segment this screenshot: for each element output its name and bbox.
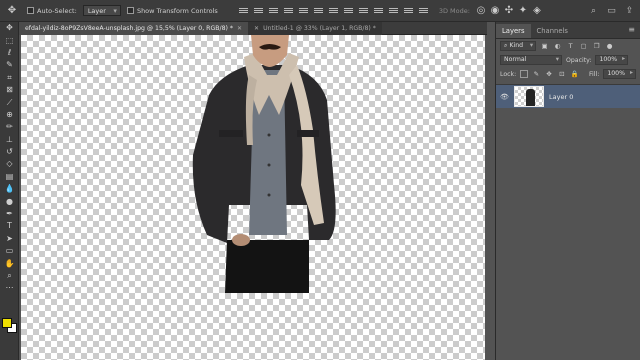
- 3d-roll-icon[interactable]: ◉: [489, 2, 501, 20]
- fill-field[interactable]: 100%: [603, 69, 637, 79]
- tab-channels[interactable]: Channels: [531, 24, 574, 38]
- panel-menu-icon[interactable]: ≡: [628, 25, 635, 34]
- layers-panel: Layers Channels ≡ ⌕ Kind ▣ ◐ T ▢ ❐ ● Nor…: [495, 22, 640, 360]
- 3d-orbit-icon[interactable]: ◎: [475, 2, 487, 20]
- distribute-right-icon[interactable]: [403, 6, 413, 15]
- lock-artboard-icon[interactable]: ⊡: [557, 70, 566, 79]
- align-bottom-icon[interactable]: [268, 6, 278, 15]
- lock-image-icon[interactable]: ✎: [532, 70, 541, 79]
- gradient-tool-icon[interactable]: ▤: [0, 171, 19, 183]
- show-transform-checkbox[interactable]: [126, 7, 134, 14]
- auto-select-label: Auto-Select:: [37, 6, 77, 15]
- opacity-label: Opacity:: [566, 56, 592, 64]
- type-tool-icon[interactable]: T: [0, 220, 19, 232]
- foreground-color-swatch[interactable]: [2, 318, 12, 328]
- eye-icon[interactable]: 👁: [500, 93, 509, 101]
- pen-tool-icon[interactable]: ✒: [0, 208, 19, 220]
- panel-tabs: Layers Channels ≡: [496, 22, 640, 39]
- color-swatches[interactable]: [2, 318, 18, 334]
- layer-thumbnail: [514, 86, 544, 107]
- move-tool-icon[interactable]: ✥: [3, 2, 21, 20]
- tools-panel: ✥ ⬚ ℓ ✎ ⌗ ⊠ ⟋ ⊕ ✏ ⊥ ↺ ◇ ▤ 💧 ● ✒ T ➤ ▭ ✋ …: [0, 22, 19, 360]
- options-right-icons: ⌕ ▭ ⇪: [587, 4, 636, 17]
- eyedropper-tool-icon[interactable]: ⟋: [0, 96, 19, 108]
- lock-all-icon[interactable]: 🔒: [570, 70, 579, 79]
- edit-toolbar-icon[interactable]: ⋯: [0, 282, 19, 294]
- shape-filter-icon[interactable]: ▢: [579, 42, 588, 51]
- align-top-icon[interactable]: [238, 6, 248, 15]
- lock-label: Lock:: [500, 70, 517, 78]
- layer-name[interactable]: Layer 0: [549, 93, 573, 101]
- dodge-tool-icon[interactable]: ●: [0, 195, 19, 207]
- tab-document-2[interactable]: ✕ Untitled-1 @ 33% (Layer 1, RGB/8) *: [248, 22, 382, 35]
- pixel-filter-icon[interactable]: ▣: [540, 42, 549, 51]
- blur-tool-icon[interactable]: 💧: [0, 183, 19, 195]
- share-icon[interactable]: ⇪: [623, 4, 636, 17]
- lock-row: Lock: ✎ ✥ ⊡ 🔒 Fill: 100%: [496, 67, 640, 81]
- crop-tool-icon[interactable]: ⌗: [0, 72, 19, 84]
- type-filter-icon[interactable]: T: [566, 42, 575, 51]
- 3d-slide-icon[interactable]: ✦: [517, 2, 529, 20]
- cutout-person-image: [192, 35, 336, 293]
- distribute-bottom-icon[interactable]: [358, 6, 368, 15]
- quick-select-tool-icon[interactable]: ✎: [0, 59, 19, 71]
- search-icon[interactable]: ⌕: [587, 4, 600, 17]
- align-hcenter-icon[interactable]: [298, 6, 308, 15]
- blend-mode-dropdown[interactable]: Normal: [500, 55, 562, 65]
- distribute-left-icon[interactable]: [373, 6, 383, 15]
- document-tabs: efdal-yildiz-8oP9ZsV8eeA-unsplash.jpg @ …: [19, 22, 487, 35]
- blend-row: Normal Opacity: 100%: [496, 53, 640, 67]
- workspace-icon[interactable]: ▭: [605, 4, 618, 17]
- auto-align-icon[interactable]: [418, 6, 428, 15]
- tab-label: efdal-yildiz-8oP9ZsV8eeA-unsplash.jpg @ …: [25, 25, 234, 32]
- filter-kind-dropdown[interactable]: ⌕ Kind: [500, 41, 537, 51]
- frame-tool-icon[interactable]: ⊠: [0, 84, 19, 96]
- marquee-tool-icon[interactable]: ⬚: [0, 34, 19, 46]
- healing-tool-icon[interactable]: ⊕: [0, 109, 19, 121]
- tab-layers[interactable]: Layers: [496, 24, 531, 38]
- brush-tool-icon[interactable]: ✏: [0, 121, 19, 133]
- lock-transparent-icon[interactable]: [520, 70, 529, 78]
- document-workspace: [19, 35, 487, 360]
- 3d-mode-buttons: ◎ ◉ ✣ ✦ ◈: [474, 2, 544, 20]
- options-bar: ✥ Auto-Select: Layer Show Transform Cont…: [0, 0, 640, 22]
- distribute-hcenter-icon[interactable]: [388, 6, 398, 15]
- tab-label: Untitled-1 @ 33% (Layer 1, RGB/8) *: [263, 25, 376, 32]
- hand-tool-icon[interactable]: ✋: [0, 257, 19, 269]
- 3d-mode-label: 3D Mode:: [438, 6, 470, 15]
- align-buttons: [236, 6, 431, 15]
- distribute-top-icon[interactable]: [328, 6, 338, 15]
- distribute-vcenter-icon[interactable]: [343, 6, 353, 15]
- fill-label: Fill:: [588, 70, 600, 78]
- close-icon[interactable]: ✕: [254, 25, 259, 32]
- clone-stamp-tool-icon[interactable]: ⊥: [0, 134, 19, 146]
- filter-row: ⌕ Kind ▣ ◐ T ▢ ❐ ●: [496, 39, 640, 53]
- lasso-tool-icon[interactable]: ℓ: [0, 47, 19, 59]
- opacity-field[interactable]: 100%: [595, 55, 629, 65]
- history-brush-tool-icon[interactable]: ↺: [0, 146, 19, 158]
- smart-object-filter-icon[interactable]: ❐: [592, 42, 601, 51]
- auto-select-target-dropdown[interactable]: Layer: [82, 5, 121, 16]
- 3d-scale-icon[interactable]: ◈: [531, 2, 543, 20]
- align-right-icon[interactable]: [313, 6, 323, 15]
- align-vcenter-icon[interactable]: [253, 6, 263, 15]
- path-select-tool-icon[interactable]: ➤: [0, 233, 19, 245]
- move-tool-icon[interactable]: ✥: [0, 22, 19, 34]
- close-icon[interactable]: ✕: [237, 25, 242, 32]
- layer-row[interactable]: 👁 Layer 0: [496, 85, 640, 108]
- canvas[interactable]: [21, 35, 485, 360]
- auto-select-checkbox[interactable]: [27, 7, 34, 14]
- filter-toggle-icon[interactable]: ●: [605, 42, 614, 51]
- shape-tool-icon[interactable]: ▭: [0, 245, 19, 257]
- 3d-pan-icon[interactable]: ✣: [503, 2, 515, 20]
- adjustment-filter-icon[interactable]: ◐: [553, 42, 562, 51]
- filter-kind-label: Kind: [509, 42, 524, 49]
- layers-list: 👁 Layer 0: [496, 84, 640, 108]
- align-left-icon[interactable]: [283, 6, 293, 15]
- lock-position-icon[interactable]: ✥: [545, 70, 554, 79]
- zoom-tool-icon[interactable]: ⌕: [0, 270, 19, 282]
- tab-document-1[interactable]: efdal-yildiz-8oP9ZsV8eeA-unsplash.jpg @ …: [19, 22, 249, 35]
- eraser-tool-icon[interactable]: ◇: [0, 158, 19, 170]
- show-transform-label: Show Transform Controls: [136, 6, 218, 15]
